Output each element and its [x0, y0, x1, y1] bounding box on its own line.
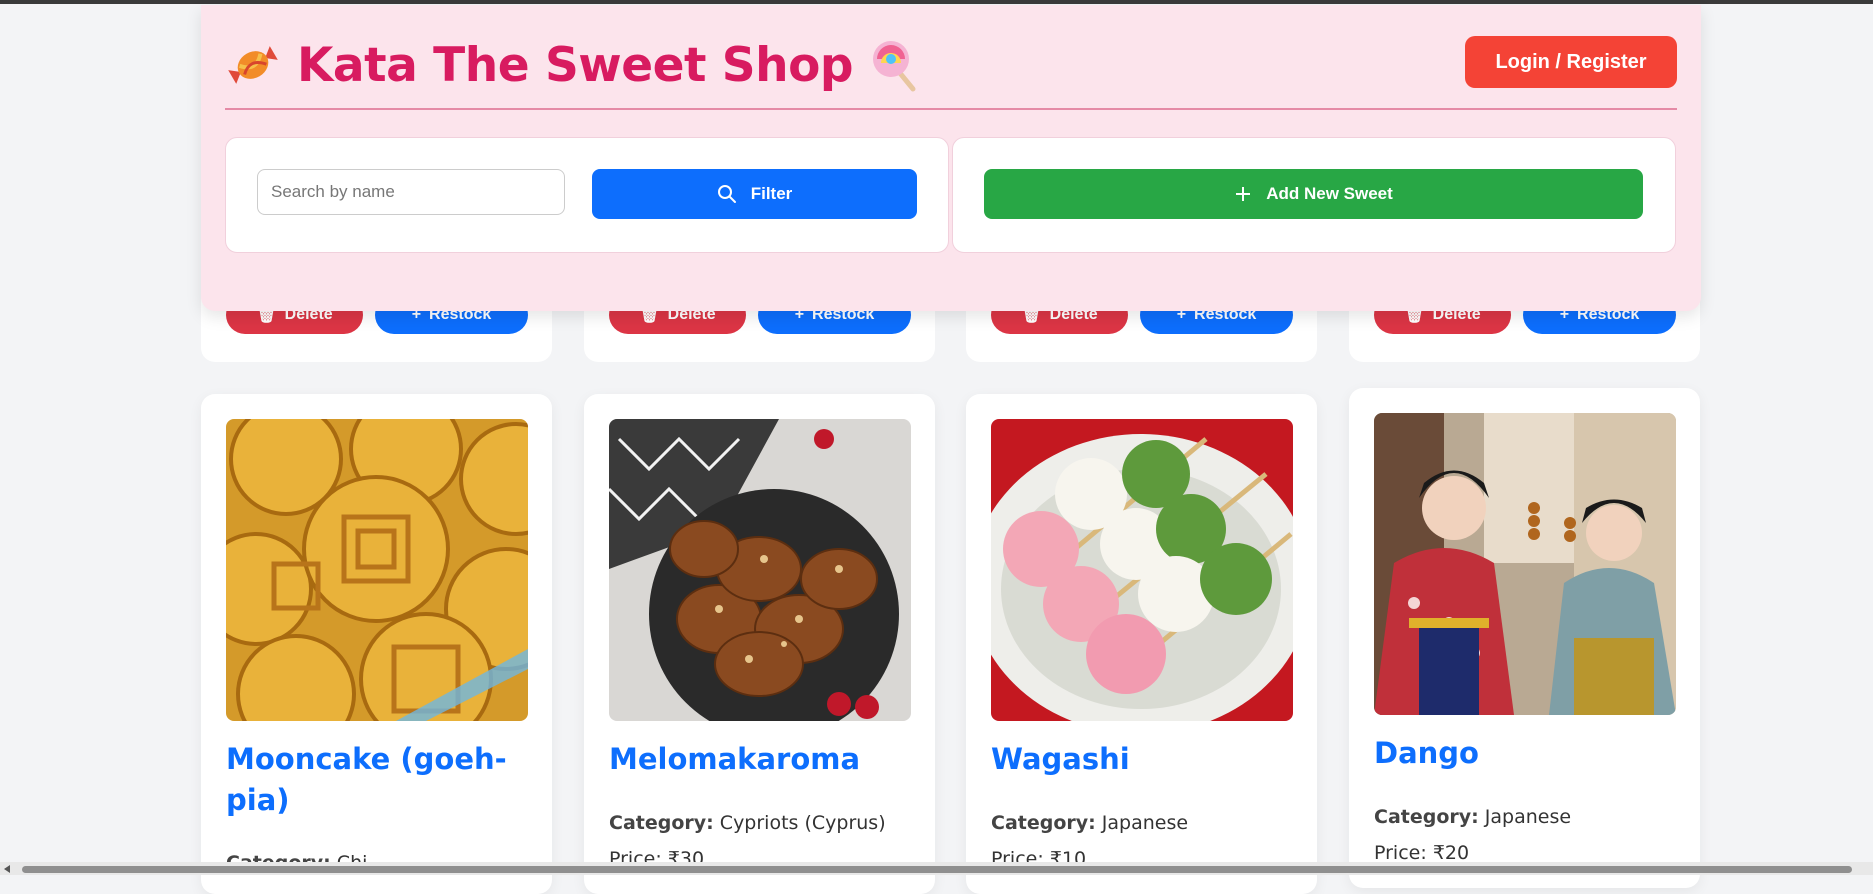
site-title: Kata The Sweet Shop — [297, 37, 854, 93]
sweet-category: Category: Japanese — [991, 812, 1189, 834]
site-header: Kata The Sweet Shop Login / Register Fil… — [201, 5, 1701, 311]
search-panel: Filter — [225, 137, 949, 253]
sweet-card: Melomakaroma Category: Cypriots (Cyprus)… — [584, 394, 935, 894]
sweet-card: Dango Category: Japanese Price: ₹20 — [1349, 388, 1700, 888]
sweet-name: Dango — [1374, 736, 1479, 770]
sweet-name: Wagashi — [991, 742, 1130, 776]
sweet-category: Category: Japanese — [1374, 806, 1572, 828]
plus-icon — [1236, 187, 1251, 201]
sweet-image — [991, 419, 1293, 721]
add-panel: Add New Sweet — [952, 137, 1676, 253]
filter-button[interactable]: Filter — [592, 169, 917, 219]
lollipop-icon — [873, 41, 916, 92]
sweet-name: Melomakaroma — [609, 742, 861, 776]
search-icon — [717, 185, 736, 203]
sweet-price: Price: ₹20 — [1374, 842, 1470, 864]
scroll-left-arrow-icon[interactable] — [4, 865, 10, 873]
sweet-image — [609, 419, 911, 721]
sweet-image — [1374, 413, 1676, 715]
header-divider — [225, 108, 1677, 110]
sweet-card: Mooncake (goeh-pia) Category: Chi — [201, 394, 552, 894]
scrollbar-thumb[interactable] — [22, 866, 1852, 873]
brand: Kata The Sweet Shop — [225, 35, 925, 95]
sweet-name: Mooncake (goeh-pia) — [226, 742, 507, 817]
sweet-card: Wagashi Category: Japanese Price: ₹10 — [966, 394, 1317, 894]
sweet-image — [226, 419, 528, 721]
login-register-button[interactable]: Login / Register — [1465, 36, 1677, 88]
candy-icon — [228, 46, 278, 84]
sweet-category: Category: Cypriots (Cyprus) — [609, 812, 886, 834]
add-new-sweet-button[interactable]: Add New Sweet — [984, 169, 1643, 219]
search-input[interactable] — [257, 169, 565, 215]
browser-top-strip — [0, 0, 1873, 4]
